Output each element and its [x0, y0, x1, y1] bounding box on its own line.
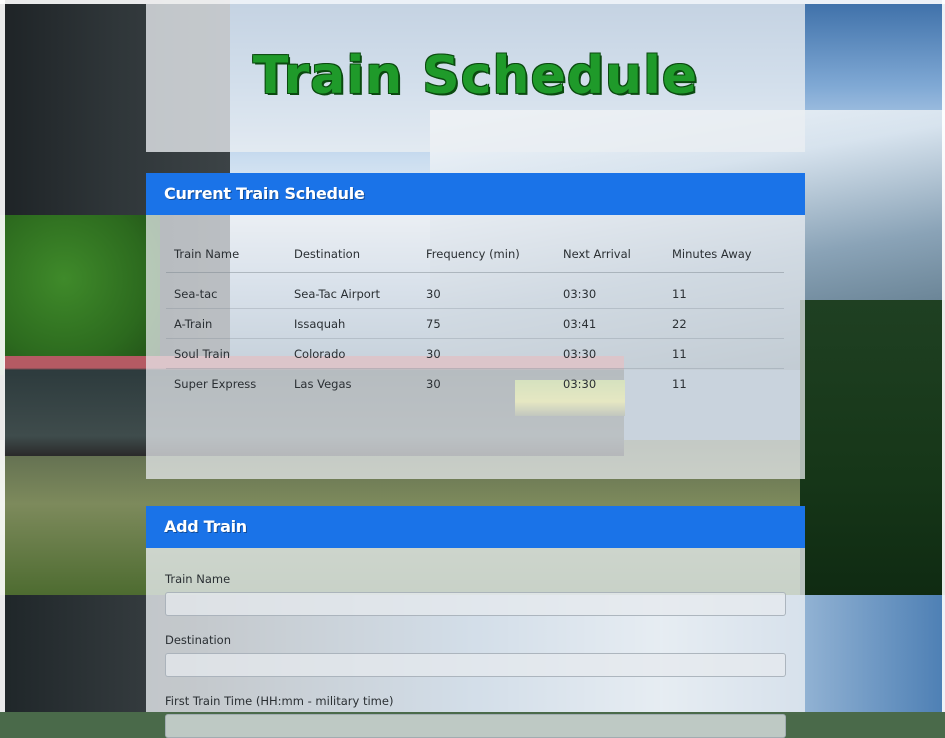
train-name-label: Train Name [165, 572, 231, 586]
cell-destination: Colorado [286, 338, 418, 369]
cell-minutes-away: 22 [664, 308, 784, 339]
cell-train-name: Sea-tac [174, 287, 218, 301]
column-header-frequency: Frequency (min) [418, 243, 555, 273]
cell-destination: Las Vegas [286, 368, 418, 398]
cell-next-arrival: 03:30 [563, 287, 597, 301]
schedule-table: Train Name Destination Frequency (min) N… [166, 243, 784, 398]
train-name-input[interactable] [165, 592, 786, 616]
schedule-card-heading: Current Train Schedule [146, 173, 805, 215]
cell-minutes-away: 11 [664, 338, 784, 369]
destination-label: Destination [165, 633, 231, 647]
cell-destination: Sea-Tac Airport [294, 287, 381, 301]
table-row: A-Train Issaquah 75 03:41 22 [166, 308, 784, 339]
page-title: Train Schedule [252, 46, 699, 106]
column-header-minutes-away: Minutes Away [664, 243, 784, 273]
table-header-row: Train Name Destination Frequency (min) N… [166, 243, 784, 273]
title-panel: Train Schedule [146, 4, 805, 152]
cell-frequency: 75 [418, 308, 555, 339]
cell-frequency: 30 [426, 287, 441, 301]
cell-minutes-away: 11 [664, 368, 784, 398]
first-train-time-label: First Train Time (HH:mm - military time) [165, 694, 394, 708]
cell-train-name: A-Train [166, 308, 286, 339]
cell-frequency: 30 [418, 338, 555, 369]
cell-next-arrival: 03:41 [555, 308, 664, 339]
schedule-card: Current Train Schedule Train Name Destin… [146, 173, 805, 479]
schedule-card-body: Train Name Destination Frequency (min) N… [146, 215, 805, 479]
column-header-next-arrival: Next Arrival [555, 243, 664, 273]
cell-train-name: Super Express [166, 368, 286, 398]
forest-left [0, 215, 160, 375]
column-header-destination: Destination [286, 243, 418, 273]
cell-frequency: 30 [418, 368, 555, 398]
table-row: Soul Train Colorado 30 03:30 11 [166, 338, 784, 369]
pine-trees-right [800, 300, 945, 600]
first-train-time-input[interactable] [165, 714, 786, 738]
destination-input[interactable] [165, 653, 786, 677]
edge-left [0, 0, 5, 712]
cell-minutes-away: 11 [672, 287, 687, 301]
add-train-form: Train Name Destination First Train Time … [146, 572, 805, 738]
table-row: Super Express Las Vegas 30 03:30 11 [166, 368, 784, 398]
add-train-card: Add Train Train Name Destination First T… [146, 506, 805, 738]
cell-destination: Issaquah [286, 308, 418, 339]
cell-next-arrival: 03:30 [555, 338, 664, 369]
column-header-train-name: Train Name [166, 243, 286, 273]
table-row: Sea-tac Sea-Tac Airport 30 03:30 11 [166, 273, 784, 309]
cell-train-name: Soul Train [166, 338, 286, 369]
cell-next-arrival: 03:30 [555, 368, 664, 398]
add-train-heading: Add Train [146, 506, 805, 548]
